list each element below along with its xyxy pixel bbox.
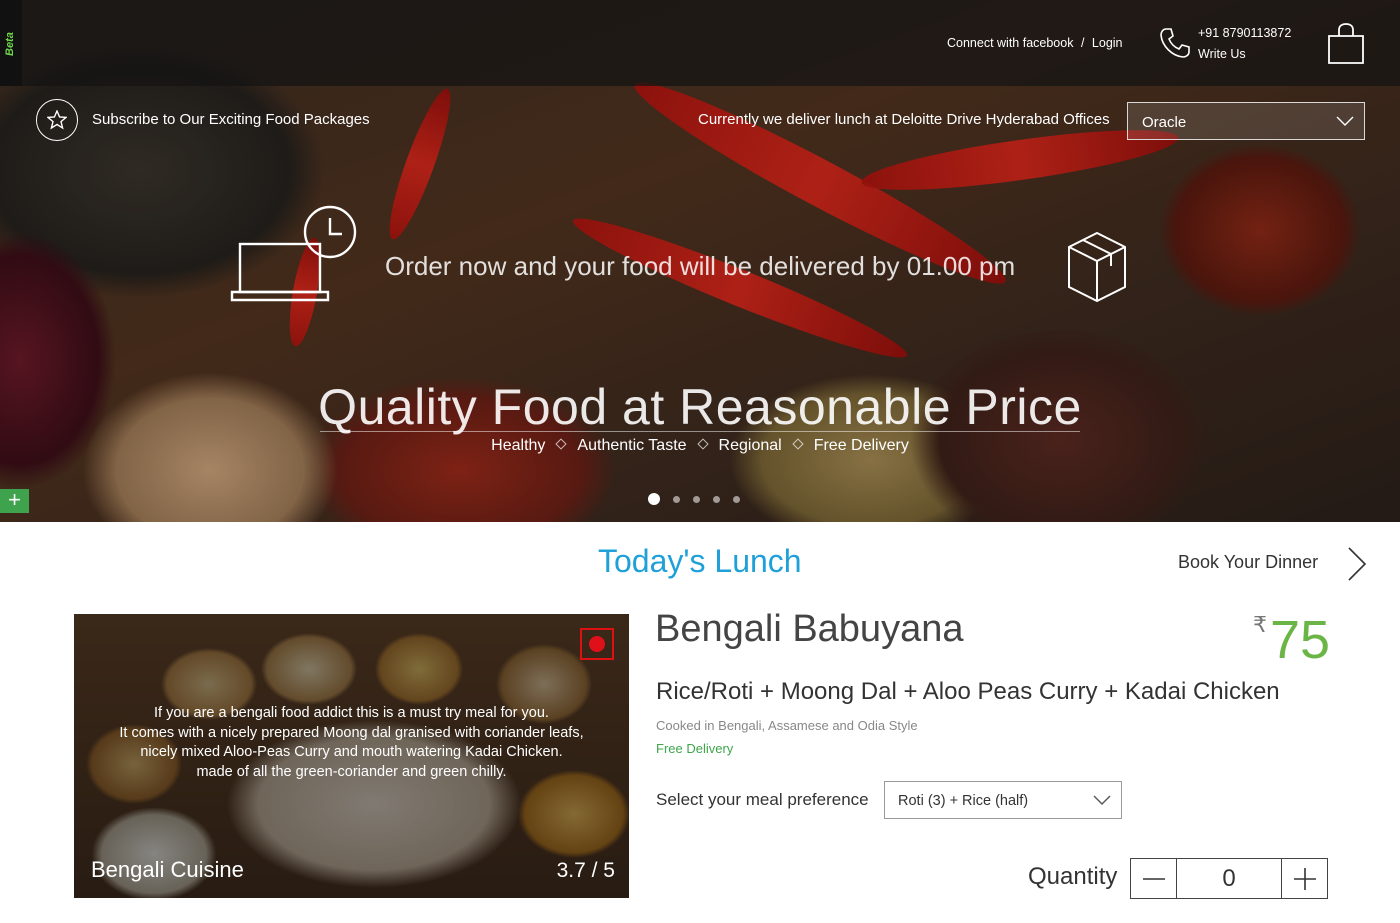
increment-button[interactable]	[1282, 859, 1327, 898]
hero-tagline: Quality Food at Reasonable Price	[318, 379, 1082, 435]
meal-description-line: It comes with a nicely prepared Moong da…	[119, 724, 584, 741]
carousel-dot[interactable]	[673, 495, 680, 503]
auth-links: Connect with facebook / Login	[947, 36, 1127, 50]
facebook-connect-link[interactable]: Connect with facebook	[947, 36, 1073, 50]
carousel-dot[interactable]	[693, 495, 700, 503]
feature-healthy: Healthy	[491, 437, 546, 454]
cuisine-label: Bengali Cuisine	[91, 857, 244, 882]
decrement-button[interactable]	[1131, 859, 1176, 898]
phone-number[interactable]: +91 8790113872	[1198, 26, 1291, 40]
meal-description-line: If you are a bengali food addict this is…	[154, 705, 549, 721]
quantity-label: Quantity	[1028, 863, 1118, 890]
chevron-right-icon[interactable]	[1346, 546, 1368, 582]
meal-image[interactable]: If you are a bengali food addict this is…	[74, 614, 629, 898]
meal-rating: 3.7 / 5	[556, 859, 615, 882]
carousel-dot[interactable]	[648, 493, 660, 505]
delivery-notice: Currently we deliver lunch at Deloitte D…	[698, 111, 1110, 128]
office-selected-value: Oracle	[1142, 114, 1187, 131]
diamond-separator-icon	[555, 438, 568, 450]
subscribe-star-button[interactable]	[36, 99, 78, 141]
plus-icon	[1293, 867, 1316, 890]
office-select[interactable]: Oracle	[1127, 102, 1365, 140]
section-title: Today's Lunch	[598, 543, 802, 579]
star-icon	[47, 110, 67, 130]
meal-preference-select[interactable]: Roti (3) + Rice (half)	[884, 781, 1122, 819]
meal-items: Rice/Roti + Moong Dal + Aloo Peas Curry …	[656, 678, 1280, 705]
top-bar: Beta Connect with facebook / Login +91 8…	[0, 0, 1400, 86]
meal-description-line: made of all the green-coriander and gree…	[196, 763, 507, 780]
delivery-badge: Free Delivery	[656, 741, 734, 756]
laptop-clock-icon	[230, 205, 357, 302]
package-box-icon	[1068, 231, 1126, 303]
subscribe-link[interactable]: Subscribe to Our Exciting Food Packages	[92, 111, 370, 128]
meal-description-line: nicely mixed Aloo-Peas Curry and mouth w…	[140, 744, 563, 760]
beta-tab: Beta	[0, 0, 22, 86]
carousel-dot[interactable]	[733, 495, 740, 503]
carousel-dot[interactable]	[713, 495, 720, 503]
quantity-stepper: 0	[1130, 858, 1328, 899]
order-message: Order now and your food will be delivere…	[385, 251, 1016, 281]
carousel-dots	[648, 493, 740, 505]
minus-icon	[1142, 877, 1165, 880]
chevron-down-icon	[1093, 795, 1111, 805]
meal-description: If you are a bengali food addict this is…	[74, 704, 629, 782]
beta-label: Beta	[4, 32, 16, 56]
write-us-link[interactable]: Write Us	[1198, 47, 1246, 61]
preference-selected-value: Roti (3) + Rice (half)	[898, 793, 1029, 809]
diamond-separator-icon	[696, 438, 709, 450]
non-veg-icon	[580, 628, 614, 660]
shopping-bag-icon[interactable]	[1326, 22, 1366, 66]
hero-banner: Beta Connect with facebook / Login +91 8…	[0, 0, 1400, 522]
meal-name: Bengali Babuyana	[655, 608, 964, 650]
preference-label: Select your meal preference	[656, 790, 869, 809]
feature-regional: Regional	[718, 437, 782, 454]
phone-icon	[1160, 28, 1190, 58]
currency-symbol: ₹	[1253, 612, 1267, 637]
tagline-divider	[320, 431, 1080, 432]
quantity-value[interactable]: 0	[1176, 859, 1282, 898]
book-dinner-link[interactable]: Book Your Dinner	[1178, 552, 1318, 573]
link-separator: /	[1080, 36, 1085, 50]
chevron-down-icon	[1336, 116, 1354, 126]
login-link[interactable]: Login	[1092, 36, 1123, 50]
cooked-style: Cooked in Bengali, Assamese and Odia Sty…	[656, 718, 918, 733]
meal-price: 75	[1270, 610, 1331, 670]
feature-list: Healthy Authentic Taste Regional Free Deliv…	[0, 437, 1400, 455]
expand-plus-button[interactable]: +	[0, 489, 29, 513]
feature-free-delivery: Free Delivery	[813, 437, 909, 454]
feature-authentic-taste: Authentic Taste	[577, 437, 687, 454]
diamond-separator-icon	[792, 438, 804, 450]
